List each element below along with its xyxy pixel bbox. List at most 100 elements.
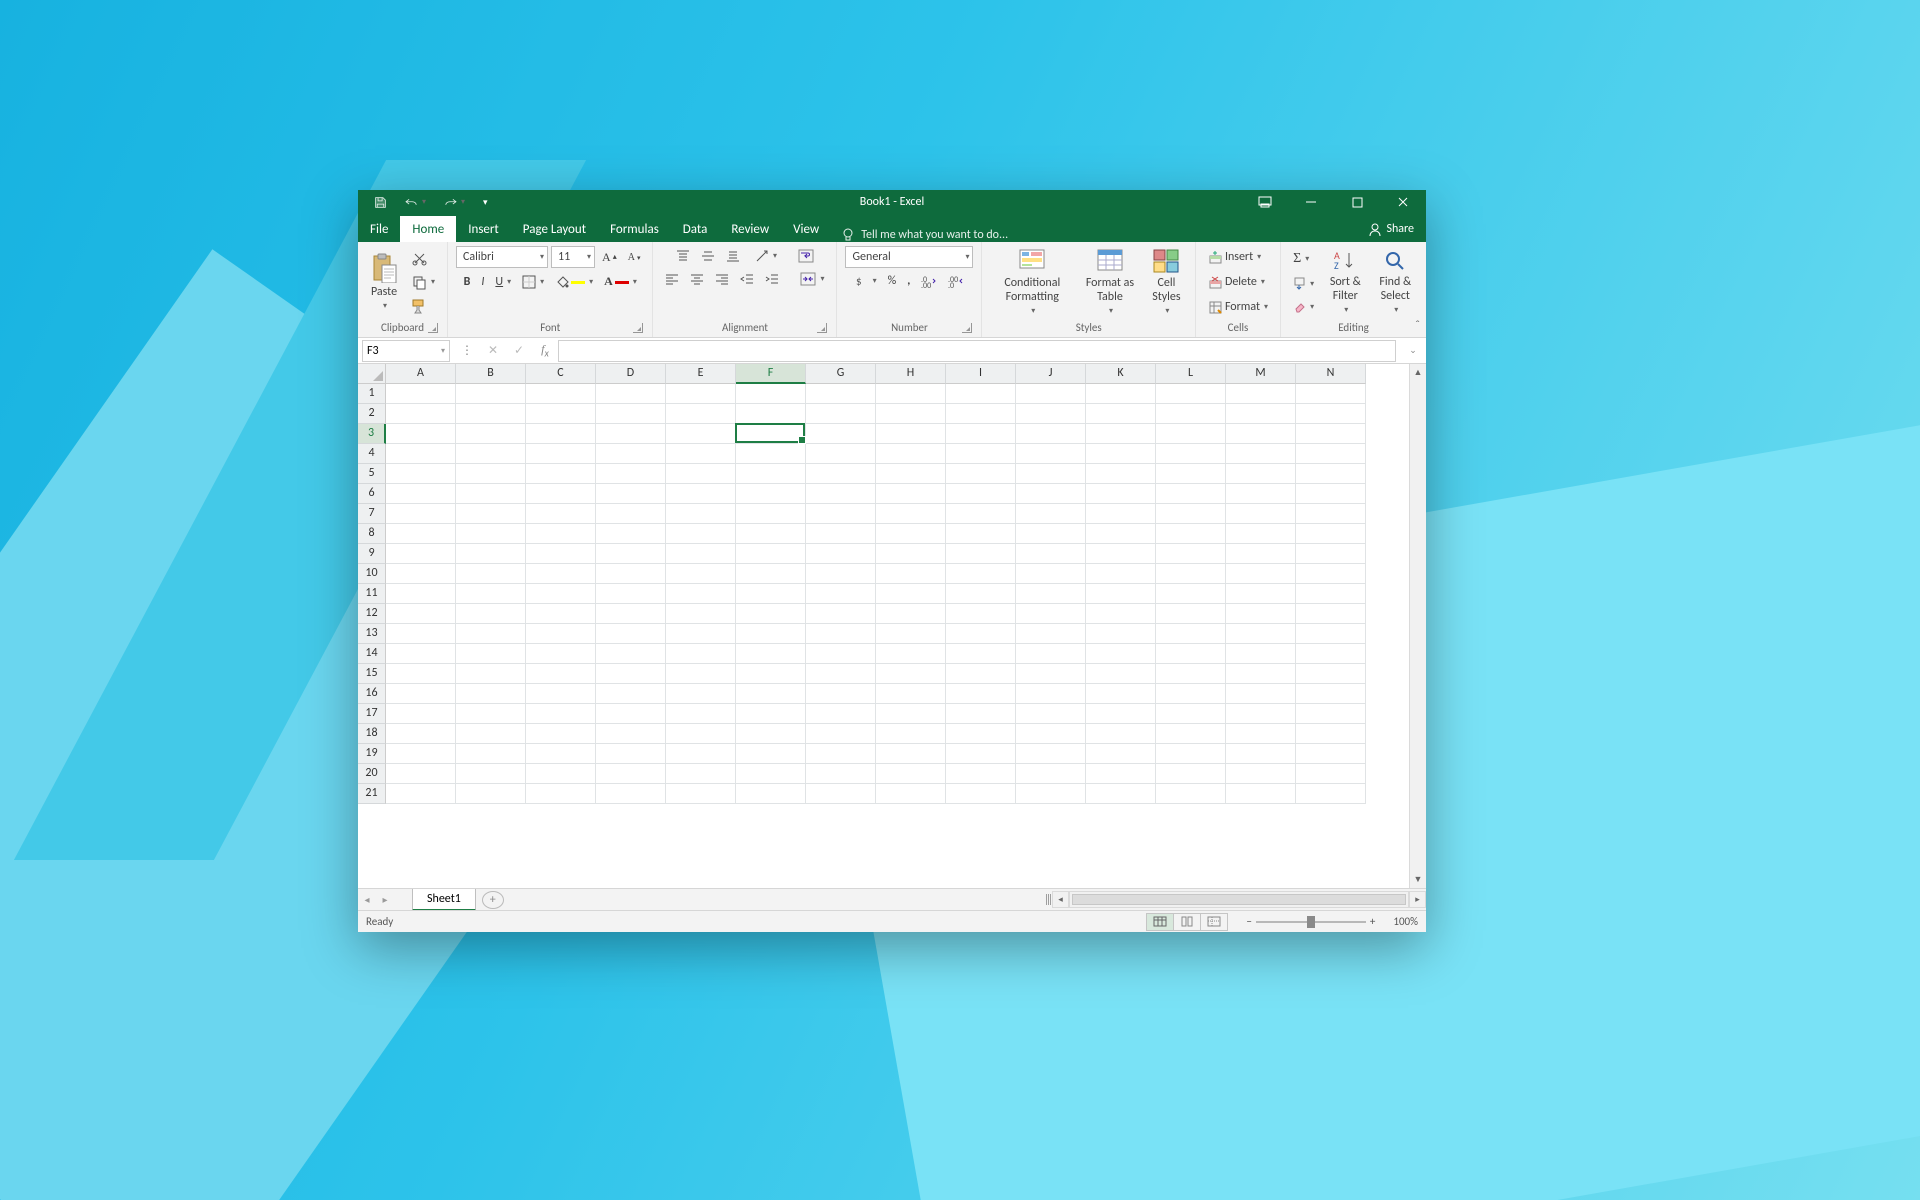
font-dialog-launcher[interactable] — [633, 323, 643, 333]
cell[interactable] — [1016, 524, 1086, 544]
cell[interactable] — [946, 624, 1016, 644]
cell[interactable] — [666, 404, 736, 424]
expand-formula-bar-button[interactable]: ⌄ — [1400, 340, 1426, 362]
column-header[interactable]: L — [1156, 364, 1226, 384]
cell[interactable] — [736, 504, 806, 524]
cell[interactable] — [876, 684, 946, 704]
cell[interactable] — [596, 464, 666, 484]
cell[interactable] — [736, 464, 806, 484]
italic-button[interactable]: I — [477, 272, 488, 292]
cell[interactable] — [1156, 664, 1226, 684]
cell[interactable] — [1296, 464, 1366, 484]
cell[interactable] — [456, 664, 526, 684]
column-header[interactable]: M — [1226, 364, 1296, 384]
cell[interactable] — [876, 584, 946, 604]
font-name-combo[interactable]: Calibri▾ — [456, 246, 548, 268]
share-button[interactable]: Share — [1357, 216, 1426, 242]
sheet-nav-next[interactable]: ▸ — [376, 893, 394, 906]
cell[interactable] — [806, 524, 876, 544]
cell[interactable] — [1016, 724, 1086, 744]
cell[interactable] — [1296, 424, 1366, 444]
cell[interactable] — [456, 504, 526, 524]
zoom-in-button[interactable]: + — [1370, 915, 1375, 928]
cell[interactable] — [946, 584, 1016, 604]
cell[interactable] — [946, 724, 1016, 744]
cell[interactable] — [666, 724, 736, 744]
tell-me-search[interactable]: Tell me what you want to do... — [831, 228, 1018, 242]
cell[interactable] — [1156, 404, 1226, 424]
cell[interactable] — [1086, 744, 1156, 764]
cell[interactable] — [806, 584, 876, 604]
tab-file[interactable]: File — [358, 216, 400, 242]
underline-button[interactable]: U▾ — [491, 272, 515, 292]
cell[interactable] — [1296, 644, 1366, 664]
cell[interactable] — [1016, 564, 1086, 584]
cell[interactable] — [876, 524, 946, 544]
cell[interactable] — [806, 464, 876, 484]
cell[interactable] — [736, 704, 806, 724]
scroll-right-button[interactable]: ▸ — [1409, 891, 1426, 908]
tab-view[interactable]: View — [781, 216, 831, 242]
align-center-button[interactable] — [686, 269, 708, 289]
cell[interactable] — [1016, 664, 1086, 684]
cell[interactable] — [1156, 424, 1226, 444]
font-color-button[interactable]: A▾ — [600, 271, 641, 292]
font-size-combo[interactable]: 11▾ — [551, 246, 595, 268]
cell[interactable] — [1226, 444, 1296, 464]
cell[interactable] — [666, 704, 736, 724]
cell[interactable] — [736, 604, 806, 624]
cell[interactable] — [876, 544, 946, 564]
column-header[interactable]: E — [666, 364, 736, 384]
cell[interactable] — [666, 444, 736, 464]
cell[interactable] — [386, 404, 456, 424]
cell[interactable] — [596, 424, 666, 444]
align-right-button[interactable] — [711, 269, 733, 289]
cell[interactable] — [876, 624, 946, 644]
cell[interactable] — [1296, 704, 1366, 724]
format-cells-button[interactable]: Format▾ — [1204, 297, 1272, 318]
cell[interactable] — [596, 564, 666, 584]
cell[interactable] — [1086, 504, 1156, 524]
cell[interactable] — [806, 484, 876, 504]
cut-button[interactable] — [408, 248, 439, 269]
orientation-button[interactable]: ▾ — [751, 246, 781, 266]
cell[interactable] — [1226, 504, 1296, 524]
cell[interactable] — [946, 484, 1016, 504]
cell[interactable] — [736, 624, 806, 644]
column-header[interactable]: I — [946, 364, 1016, 384]
cell[interactable] — [1226, 644, 1296, 664]
cell[interactable] — [946, 664, 1016, 684]
collapse-ribbon-button[interactable]: ˆ — [1415, 319, 1420, 333]
fill-button[interactable]: ▾ — [1289, 274, 1318, 293]
cell[interactable] — [526, 424, 596, 444]
cell[interactable] — [526, 444, 596, 464]
align-top-button[interactable] — [672, 246, 694, 266]
row-header[interactable]: 20 — [358, 764, 386, 784]
cell[interactable] — [1296, 764, 1366, 784]
accounting-format-button[interactable]: $▾ — [851, 271, 881, 291]
cell[interactable] — [456, 464, 526, 484]
cell[interactable] — [946, 444, 1016, 464]
cell[interactable] — [666, 524, 736, 544]
cell[interactable] — [876, 704, 946, 724]
cell[interactable] — [876, 484, 946, 504]
cell[interactable] — [1226, 664, 1296, 684]
cell[interactable] — [526, 404, 596, 424]
cell[interactable] — [1016, 424, 1086, 444]
cell[interactable] — [526, 384, 596, 404]
cell[interactable] — [386, 784, 456, 804]
cell[interactable] — [596, 724, 666, 744]
cell[interactable] — [666, 644, 736, 664]
cell[interactable] — [1156, 784, 1226, 804]
cell[interactable] — [1226, 744, 1296, 764]
row-header[interactable]: 19 — [358, 744, 386, 764]
grid[interactable]: ABCDEFGHIJKLMN12345678910111213141516171… — [358, 364, 1409, 888]
fill-color-button[interactable]: ▾ — [551, 272, 597, 292]
cell[interactable] — [1086, 404, 1156, 424]
cell[interactable] — [386, 444, 456, 464]
cell[interactable] — [666, 544, 736, 564]
borders-button[interactable]: ▾ — [518, 272, 548, 292]
cell[interactable] — [666, 484, 736, 504]
cell[interactable] — [806, 744, 876, 764]
cell[interactable] — [1226, 784, 1296, 804]
